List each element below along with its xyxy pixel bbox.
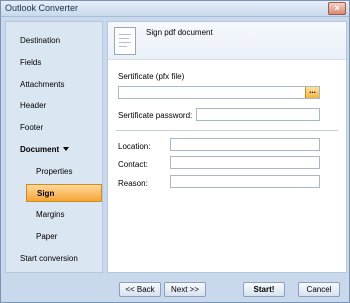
caret-down-icon: [63, 147, 70, 151]
close-icon: ×: [334, 3, 340, 13]
sidebar-item-attachments[interactable]: Attachments: [8, 76, 102, 94]
divider: [116, 130, 338, 131]
sidebar-item-margins[interactable]: Margins: [26, 206, 102, 224]
password-field[interactable]: [196, 108, 320, 121]
location-label: Location:: [118, 142, 151, 151]
main-window: Outlook Converter × Destination Fields A…: [0, 0, 350, 303]
sidebar-item-fields[interactable]: Fields: [8, 54, 102, 72]
section-header: Sign pdf document: [108, 22, 346, 60]
sidebar-item-document[interactable]: Document: [8, 141, 102, 159]
start-button[interactable]: Start!: [243, 282, 285, 297]
page-title: Sign pdf document: [146, 28, 213, 37]
sidebar-item-sign[interactable]: Sign: [26, 184, 102, 202]
certificate-label: Sertificate (pfx file): [118, 72, 185, 81]
back-button[interactable]: << Back: [119, 282, 161, 297]
reason-field[interactable]: [170, 175, 320, 188]
document-icon: [114, 27, 136, 55]
sidebar-item-header[interactable]: Header: [8, 97, 102, 115]
contact-label: Contact:: [118, 160, 148, 169]
bottom-bar: << Back Next >> Start! Cancel: [1, 276, 349, 302]
window-title: Outlook Converter: [5, 3, 79, 13]
sidebar-item-footer[interactable]: Footer: [8, 119, 102, 137]
location-field[interactable]: [170, 138, 320, 151]
sidebar-item-start-conversion[interactable]: Start conversion: [8, 250, 102, 268]
certificate-field[interactable]: ...: [118, 86, 320, 99]
contact-field[interactable]: [170, 156, 320, 169]
cancel-button[interactable]: Cancel: [298, 282, 340, 297]
sidebar-item-destination[interactable]: Destination: [8, 32, 102, 50]
next-button[interactable]: Next >>: [164, 282, 206, 297]
password-label: Sertificate password:: [118, 111, 193, 120]
sidebar: Destination Fields Attachments Header Fo…: [5, 21, 103, 273]
browse-button[interactable]: ...: [305, 87, 319, 98]
sidebar-item-paper[interactable]: Paper: [26, 228, 102, 246]
close-button[interactable]: ×: [328, 2, 346, 15]
reason-label: Reason:: [118, 179, 148, 188]
content-panel: Sign pdf document Sertificate (pfx file)…: [107, 21, 347, 273]
sidebar-item-properties[interactable]: Properties: [26, 163, 102, 181]
title-bar: Outlook Converter ×: [1, 1, 349, 17]
